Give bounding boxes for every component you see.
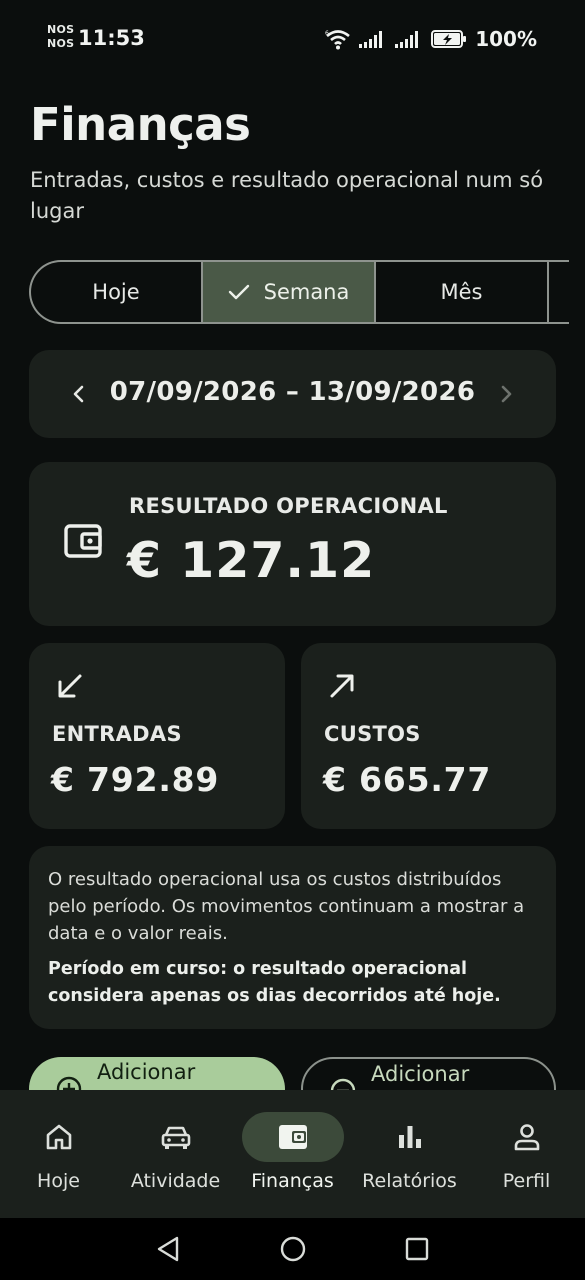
- nav-item-perfil[interactable]: Perfil: [468, 1090, 585, 1218]
- person-icon: [476, 1112, 578, 1162]
- chevron-right-icon: [501, 385, 512, 403]
- next-period-button[interactable]: [494, 380, 518, 408]
- add-income-label: Adicionar: [97, 1060, 196, 1084]
- page-title: Finanças: [30, 98, 251, 151]
- segment-label: Semana: [263, 280, 350, 304]
- nav-label: Perfil: [502, 1170, 551, 1192]
- nav-item-atividade[interactable]: Atividade: [117, 1090, 234, 1218]
- signal-icon: [395, 31, 419, 48]
- info-current-period-note: Período em curso: o resultado operaciona…: [48, 959, 501, 1006]
- costs-label: CUSTOS: [324, 722, 421, 746]
- nav-label: Finanças: [251, 1170, 334, 1192]
- period-selector: Hoje Semana Mês: [29, 260, 569, 324]
- operating-result-value: € 127.12: [127, 532, 376, 589]
- segment-month[interactable]: Mês: [376, 262, 549, 322]
- wallet-icon: [241, 1112, 344, 1162]
- arrow-up-right-icon: [327, 671, 357, 705]
- info-text: O resultado operacional usa os custos di…: [48, 869, 525, 944]
- segment-label: Mês: [440, 280, 483, 304]
- add-cost-label: Adicionar: [371, 1062, 470, 1086]
- nav-label: Relatórios: [362, 1170, 457, 1192]
- recents-square-icon: [405, 1237, 429, 1261]
- home-circle-icon: [280, 1236, 306, 1262]
- date-range-card: 07/09/2026 – 13/09/2026: [29, 350, 556, 438]
- date-range-label: 07/09/2026 – 13/09/2026: [109, 377, 476, 407]
- carrier-label: NOS NOS: [47, 23, 75, 50]
- income-label: ENTRADAS: [52, 722, 182, 746]
- nav-item-hoje[interactable]: Hoje: [0, 1090, 117, 1218]
- nav-item-relatorios[interactable]: Relatórios: [351, 1090, 468, 1218]
- operating-result-card: RESULTADO OPERACIONAL € 127.12: [29, 462, 556, 626]
- arrow-down-left-icon: [55, 671, 85, 705]
- clock: 11:53: [78, 26, 145, 50]
- costs-value: € 665.77: [323, 760, 492, 799]
- check-icon: [228, 283, 250, 301]
- page-subtitle: Entradas, custos e resultado operacional…: [30, 168, 544, 223]
- nav-item-financas[interactable]: Finanças: [234, 1090, 351, 1218]
- back-triangle-icon: [157, 1236, 179, 1262]
- costs-card: CUSTOS € 665.77: [301, 643, 556, 829]
- back-button[interactable]: [155, 1235, 181, 1267]
- status-icons: 6 100%: [325, 27, 537, 51]
- system-navigation-bar: [0, 1218, 585, 1280]
- bottom-navigation: Hoje Atividade Finanças Relatórios Perfi…: [0, 1090, 585, 1218]
- segment-today[interactable]: Hoje: [31, 262, 203, 322]
- battery-percentage: 100%: [475, 27, 537, 51]
- income-value: € 792.89: [51, 760, 220, 799]
- wallet-icon: [63, 522, 103, 564]
- income-card: ENTRADAS € 792.89: [29, 643, 285, 829]
- recents-button[interactable]: [404, 1235, 430, 1267]
- signal-icon: [359, 31, 383, 48]
- status-bar: NOS NOS 11:53 6 100%: [0, 0, 585, 78]
- car-icon: [125, 1112, 227, 1162]
- battery-charging-icon: [431, 30, 467, 48]
- info-card: O resultado operacional usa os custos di…: [29, 846, 556, 1029]
- nav-label: Hoje: [37, 1170, 80, 1192]
- wifi-icon: 6: [325, 30, 351, 50]
- nav-label: Atividade: [130, 1170, 221, 1192]
- operating-result-label: RESULTADO OPERACIONAL: [129, 494, 448, 518]
- bar-chart-icon: [359, 1112, 461, 1162]
- segment-label: Hoje: [92, 280, 140, 304]
- home-button[interactable]: [279, 1235, 307, 1267]
- home-icon: [8, 1112, 110, 1162]
- segment-week[interactable]: Semana: [203, 262, 376, 322]
- svg-text:6: 6: [325, 30, 329, 37]
